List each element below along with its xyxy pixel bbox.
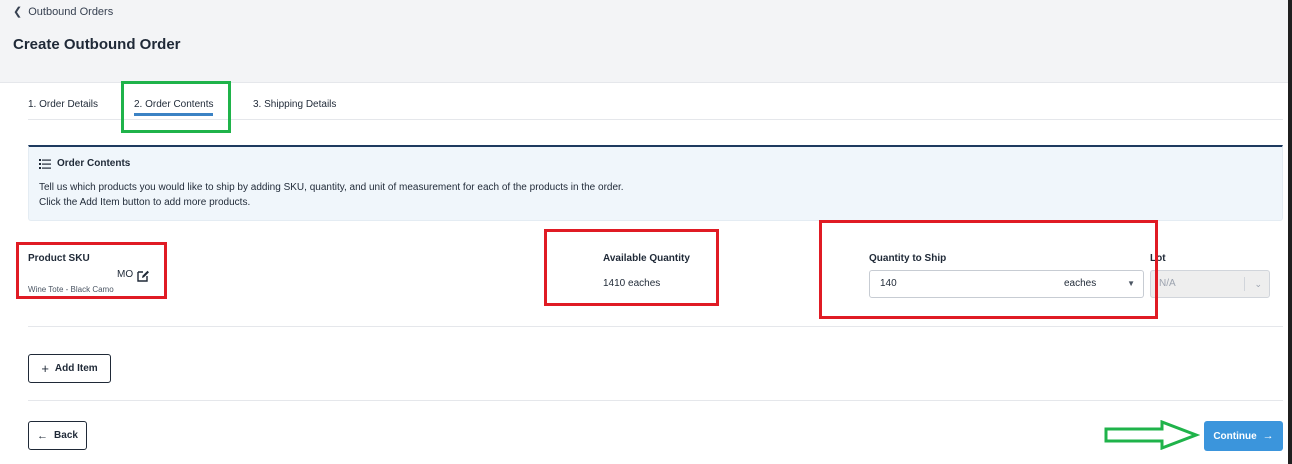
order-form-card: 1. Order Details 2. Order Contents 3. Sh… — [0, 82, 1288, 464]
arrow-right-annotation-icon — [1104, 420, 1200, 450]
unit-of-measure-select[interactable]: eaches ▼ — [1054, 270, 1144, 298]
chevron-left-icon: ❮ — [13, 6, 23, 18]
col-header-lot: Lot — [1150, 253, 1166, 264]
step-tabs: 1. Order Details 2. Order Contents 3. Sh… — [28, 83, 1283, 120]
chevron-down-icon: ⌄ — [1254, 279, 1262, 289]
info-line-1: Tell us which products you would like to… — [39, 182, 624, 193]
page-title: Create Outbound Order — [13, 36, 181, 53]
col-header-available-quantity: Available Quantity — [603, 253, 690, 264]
quantity-to-ship-input[interactable]: 140 — [869, 270, 1055, 298]
plus-icon: + — [41, 361, 49, 376]
row-divider — [28, 326, 1283, 327]
back-label: Back — [54, 430, 78, 441]
arrow-left-icon: ← — [37, 429, 49, 442]
breadcrumb-label: Outbound Orders — [28, 5, 114, 18]
back-button[interactable]: ← Back — [28, 421, 87, 450]
caret-down-icon: ▼ — [1127, 279, 1135, 288]
add-item-label: Add Item — [54, 363, 98, 374]
page-header: ❮ Outbound Orders Create Outbound Order — [0, 0, 1288, 82]
breadcrumb-back-link[interactable]: ❮ Outbound Orders — [13, 5, 114, 19]
footer-divider — [28, 400, 1283, 401]
edit-icon[interactable] — [136, 269, 150, 283]
info-title: Order Contents — [39, 158, 130, 169]
add-item-button[interactable]: + Add Item — [28, 354, 111, 383]
list-icon — [39, 158, 51, 169]
tab-order-contents[interactable]: 2. Order Contents — [134, 99, 214, 116]
tab-order-details[interactable]: 1. Order Details — [28, 99, 98, 110]
arrow-right-icon: → — [1262, 430, 1274, 442]
col-header-product-sku: Product SKU — [28, 253, 90, 264]
info-title-text: Order Contents — [57, 158, 131, 169]
select-separator — [1244, 277, 1245, 291]
order-contents-info-box: Order Contents Tell us which products yo… — [28, 145, 1283, 221]
sku-value: MO — [117, 269, 134, 280]
continue-button[interactable]: Continue → — [1204, 421, 1283, 451]
tab-shipping-details[interactable]: 3. Shipping Details — [253, 99, 336, 110]
window-frame-edge — [1288, 0, 1292, 464]
lot-select: N/A ⌄ — [1150, 270, 1270, 298]
info-line-2: Click the Add Item button to add more pr… — [39, 197, 251, 208]
continue-label: Continue — [1213, 430, 1257, 442]
lot-value: N/A — [1159, 278, 1176, 289]
unit-of-measure-value: eaches — [1064, 278, 1097, 289]
col-header-quantity-to-ship: Quantity to Ship — [869, 253, 947, 264]
sku-description: Wine Tote - Black Camo — [28, 285, 114, 294]
available-quantity-value: 1410 eaches — [603, 278, 661, 289]
